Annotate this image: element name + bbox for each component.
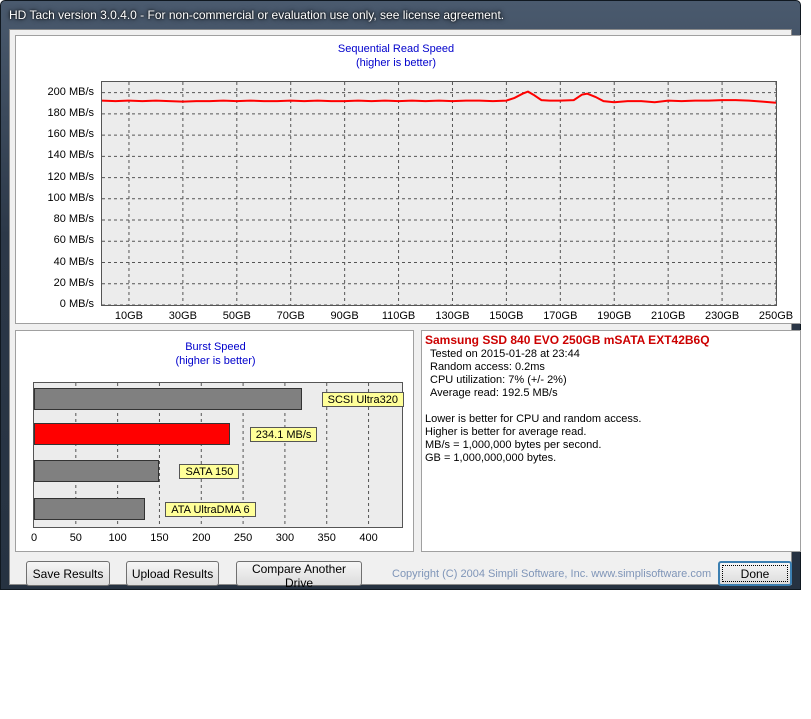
y-tick-label: 140 MB/s bbox=[47, 149, 94, 162]
burst-speed-chart: SCSI Ultra320 234.1 MB/s SATA 150 ATA Ultra… bbox=[33, 382, 404, 528]
sequential-chart-subtitle: (higher is better) bbox=[355, 57, 437, 69]
x-tick-label: 10GB bbox=[114, 310, 144, 322]
y-tick-label: 200 MB/s bbox=[47, 85, 94, 98]
drive-name: Samsung SSD 840 EVO 250GB mSATA EXT42B6Q bbox=[425, 333, 710, 347]
x-tick-label: 250GB bbox=[758, 310, 794, 322]
burst-x-tick-label: 50 bbox=[69, 532, 82, 544]
burst-bar-label: SATA 150 bbox=[179, 464, 240, 479]
cpu-utilization: CPU utilization: 7% (+/- 2%) bbox=[430, 374, 567, 386]
x-tick-label: 130GB bbox=[435, 310, 470, 322]
drive-info-panel: Samsung SSD 840 EVO 250GB mSATA EXT42B6Q… bbox=[421, 330, 801, 552]
burst-bar bbox=[34, 460, 160, 482]
y-tick-label: 0 MB/s bbox=[59, 298, 94, 310]
burst-chart-subtitle: (higher is better) bbox=[175, 355, 256, 367]
window-title: HD Tach version 3.0.4.0 - For non-commer… bbox=[9, 8, 505, 22]
burst-x-tick-label: 100 bbox=[108, 532, 127, 544]
client-area: Sequential Read Speed (higher is better)… bbox=[9, 29, 801, 590]
note-cpu-random: Lower is better for CPU and random acces… bbox=[425, 413, 642, 425]
x-tick-label: 50GB bbox=[222, 310, 251, 322]
x-tick-label: 210GB bbox=[651, 310, 686, 322]
burst-x-tick-label: 200 bbox=[192, 532, 211, 544]
y-tick-label: 100 MB/s bbox=[47, 191, 94, 204]
x-tick-label: 70GB bbox=[276, 310, 305, 322]
random-access: Random access: 0.2ms bbox=[430, 361, 545, 373]
y-tick-label: 60 MB/s bbox=[53, 234, 94, 247]
x-tick-label: 30GB bbox=[168, 310, 197, 322]
burst-x-tick-label: 400 bbox=[359, 532, 378, 544]
save-results-button[interactable]: Save Results bbox=[26, 561, 110, 586]
burst-speed-panel: Burst Speed (higher is better) SCSI Ultr… bbox=[15, 330, 414, 552]
note-mbs-definition: MB/s = 1,000,000 bytes per second. bbox=[425, 439, 602, 451]
burst-bar-label: 234.1 MB/s bbox=[249, 427, 318, 442]
x-tick-label: 110GB bbox=[381, 310, 416, 322]
y-tick-label: 80 MB/s bbox=[53, 213, 94, 226]
note-average-read: Higher is better for average read. bbox=[425, 426, 587, 438]
tested-on: Tested on 2015-01-28 at 23:44 bbox=[430, 348, 580, 360]
x-tick-label: 170GB bbox=[543, 310, 578, 322]
burst-bar bbox=[34, 388, 302, 410]
y-tick-label: 40 MB/s bbox=[53, 255, 94, 268]
x-tick-label: 190GB bbox=[597, 310, 632, 322]
burst-chart-title: Burst Speed bbox=[185, 341, 246, 353]
read-speed-line bbox=[101, 90, 777, 104]
upload-results-button[interactable]: Upload Results bbox=[126, 561, 219, 586]
x-tick-label: 230GB bbox=[704, 310, 740, 322]
done-button[interactable]: Done bbox=[718, 561, 792, 586]
sequential-read-chart bbox=[101, 81, 777, 306]
burst-bar-label: SCSI Ultra320 bbox=[321, 392, 404, 407]
y-tick-label: 20 MB/s bbox=[53, 276, 94, 289]
note-gb-definition: GB = 1,000,000,000 bytes. bbox=[425, 452, 557, 464]
burst-x-tick-label: 0 bbox=[30, 532, 38, 544]
average-read: Average read: 192.5 MB/s bbox=[430, 387, 558, 399]
sequential-read-panel: Sequential Read Speed (higher is better)… bbox=[15, 35, 801, 324]
burst-bar-label: ATA UltraDMA 6 bbox=[165, 502, 256, 517]
y-tick-label: 180 MB/s bbox=[47, 106, 94, 119]
compare-another-drive-button[interactable]: Compare Another Drive bbox=[236, 561, 362, 590]
title-bar[interactable]: HD Tach version 3.0.4.0 - For non-commer… bbox=[1, 1, 800, 29]
burst-x-tick-label: 250 bbox=[233, 532, 253, 544]
app-window: HD Tach version 3.0.4.0 - For non-commer… bbox=[0, 0, 801, 590]
y-tick-label: 120 MB/s bbox=[47, 170, 94, 183]
copyright-text: Copyright (C) 2004 Simpli Software, Inc.… bbox=[392, 568, 712, 580]
sequential-chart-title: Sequential Read Speed bbox=[337, 43, 455, 55]
y-tick-label: 160 MB/s bbox=[47, 128, 94, 141]
x-tick-label: 150GB bbox=[489, 310, 524, 322]
burst-x-tick-label: 300 bbox=[275, 532, 295, 544]
burst-bar bbox=[34, 498, 146, 520]
burst-bar bbox=[34, 423, 230, 445]
sequential-read-svg bbox=[101, 82, 777, 306]
x-tick-label: 90GB bbox=[330, 310, 359, 322]
burst-x-tick-label: 150 bbox=[150, 532, 169, 544]
burst-x-tick-label: 350 bbox=[317, 532, 336, 544]
